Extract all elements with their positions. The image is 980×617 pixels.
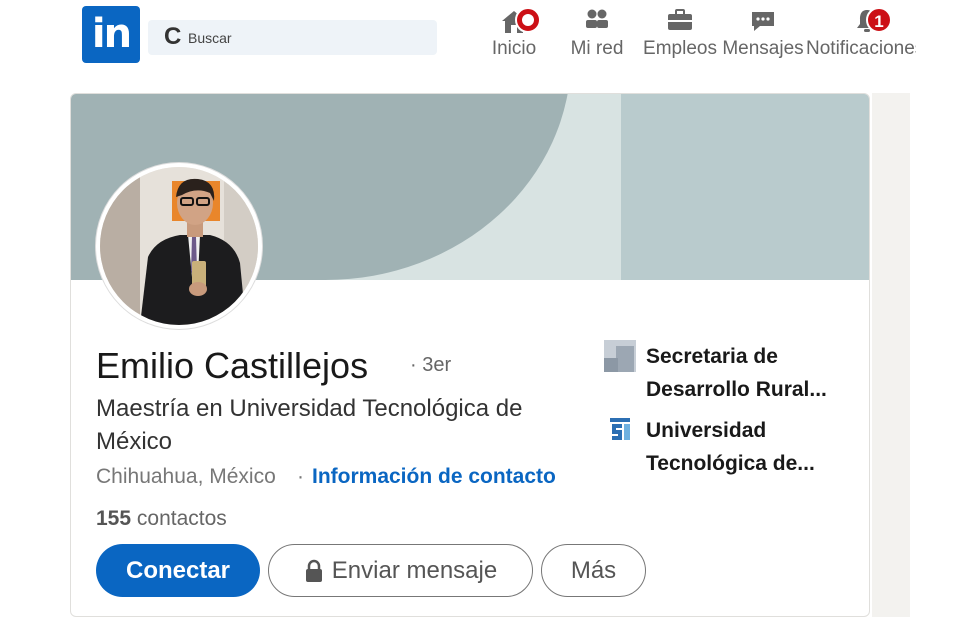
more-button-label: Más bbox=[570, 556, 617, 584]
nav-item-label: Empleos bbox=[643, 38, 717, 59]
nav-item-messages[interactable]: Mensajes bbox=[721, 6, 805, 66]
more-actions-button[interactable]: Más bbox=[541, 544, 646, 597]
lock-icon bbox=[304, 559, 324, 583]
profile-headline: Maestría en Universidad Tecnológica de M… bbox=[96, 395, 523, 455]
organization-logo-icon bbox=[604, 340, 636, 372]
separator-dot: · bbox=[297, 465, 304, 488]
nav-item-home[interactable]: Inicio bbox=[486, 6, 542, 66]
send-message-label: Enviar mensaje bbox=[331, 556, 498, 584]
bell-icon: 1 bbox=[852, 6, 892, 36]
briefcase-icon bbox=[665, 6, 695, 36]
search-icon: C bbox=[164, 23, 182, 50]
network-icon bbox=[582, 6, 612, 36]
nav-item-label: Mi red bbox=[570, 38, 624, 59]
nav-item-label: Mensajes bbox=[722, 38, 804, 59]
connection-degree: · 3er bbox=[410, 354, 452, 376]
education-school-name: Universidad Tecnológica de... bbox=[646, 419, 815, 475]
nav-item-notifications[interactable]: 1 Notificaciones bbox=[806, 6, 916, 66]
nav-item-label: Inicio bbox=[491, 38, 537, 59]
notification-count-badge: 1 bbox=[866, 7, 892, 33]
nav-item-jobs[interactable]: Empleos bbox=[642, 6, 718, 66]
search-input[interactable] bbox=[188, 28, 428, 48]
connect-button-label: Conectar bbox=[125, 556, 231, 584]
nav-item-network[interactable]: Mi red bbox=[566, 6, 628, 66]
university-logo-icon bbox=[604, 414, 636, 446]
connections-label: contactos bbox=[136, 507, 227, 530]
connect-button[interactable]: Conectar bbox=[96, 544, 260, 597]
linkedin-logo[interactable]: in bbox=[82, 6, 140, 63]
profile-location: Chihuahua, México bbox=[96, 465, 276, 488]
contact-info-link[interactable]: Información de contacto bbox=[312, 463, 556, 491]
page-background-gutter bbox=[872, 93, 910, 617]
connections-number: 155 bbox=[96, 507, 132, 530]
search-box[interactable]: C bbox=[148, 20, 437, 55]
top-nav: in C Inicio Mi red bbox=[0, 0, 980, 80]
home-notification-dot bbox=[515, 7, 541, 33]
profile-name: Emilio Castillejos bbox=[96, 345, 369, 386]
profile-avatar[interactable] bbox=[96, 163, 262, 329]
home-icon bbox=[499, 6, 541, 36]
send-message-button[interactable]: Enviar mensaje bbox=[268, 544, 533, 597]
nav-item-label: Notificaciones bbox=[806, 38, 916, 59]
message-icon bbox=[748, 6, 778, 36]
experience-company-name: Secretaria de Desarrollo Rural... bbox=[646, 345, 827, 401]
connections-count[interactable]: 155 contactos bbox=[96, 505, 227, 533]
